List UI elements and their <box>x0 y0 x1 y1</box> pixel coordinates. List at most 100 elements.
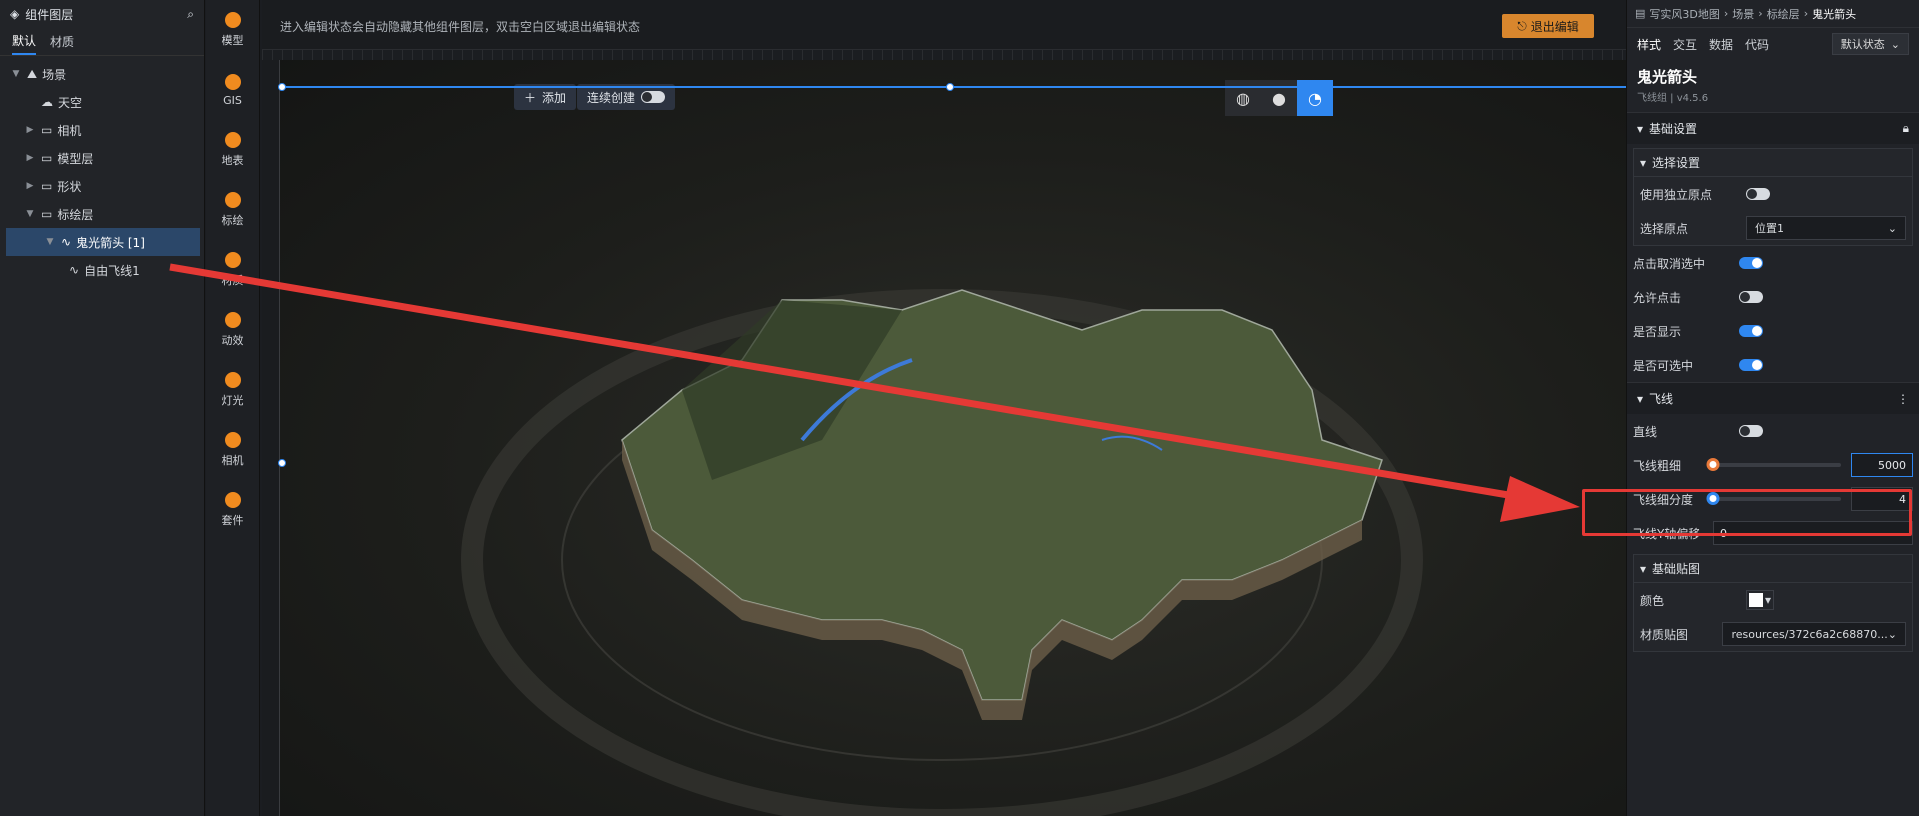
tree-node[interactable]: ☁ 天空 <box>0 88 204 116</box>
light-icon <box>224 372 241 388</box>
tool-marker[interactable]: 标绘 <box>206 180 259 240</box>
selection-handle[interactable] <box>278 83 286 91</box>
tool-label: 相机 <box>221 454 244 467</box>
crumb-item[interactable]: 场景 <box>1732 6 1754 22</box>
lock-icon[interactable]: 🔒︎ <box>1903 121 1909 136</box>
caret-down-icon: ▾ <box>1637 391 1644 406</box>
edit-notice-bar: 进入编辑状态会自动隐藏其他组件图层，双击空白区域退出编辑状态 ⎋ 退出编辑 <box>262 0 1626 50</box>
toggle-label: 允许点击 <box>1633 290 1682 305</box>
tree-node-label: 相机 <box>57 123 82 138</box>
toggle-switch[interactable] <box>1739 325 1763 337</box>
tab-code[interactable]: 代码 <box>1745 36 1769 53</box>
tab-material[interactable]: 材质 <box>50 29 74 54</box>
tree-node[interactable]: ▼ ∿ 鬼光箭头 [1] <box>6 228 200 256</box>
texture-group-header[interactable]: ▾ 基础贴图 <box>1634 555 1912 583</box>
material-icon <box>224 252 241 268</box>
edit-notice-text: 进入编辑状态会自动隐藏其他组件图层，双击空白区域退出编辑状态 <box>280 20 641 34</box>
width-input[interactable]: 5000 <box>1851 453 1913 477</box>
map-canvas[interactable]: ＋ 添加 连续创建 ◍ ● ◔ <box>262 60 1626 816</box>
caret-icon[interactable]: ▼ <box>44 237 56 247</box>
tree-node[interactable]: ▶ ▭ 模型层 <box>0 144 204 172</box>
toggle-switch[interactable] <box>1739 359 1763 371</box>
tool-label: 动效 <box>221 334 244 347</box>
tool-camera[interactable]: 相机 <box>206 420 259 480</box>
tool-light[interactable]: 灯光 <box>206 360 259 420</box>
tree-node-label: 鬼光箭头 [1] <box>76 235 145 250</box>
component-title: 鬼光箭头 <box>1637 68 1698 86</box>
sky-icon: ☁ <box>41 95 53 109</box>
flyline-section-label: 飞线 <box>1649 392 1674 406</box>
straight-switch[interactable] <box>1739 425 1763 437</box>
caret-down-icon: ▾ <box>1640 155 1647 170</box>
caret-icon[interactable]: ▶ <box>24 153 36 163</box>
tool-label: 材质 <box>221 274 244 287</box>
tab-data[interactable]: 数据 <box>1709 36 1733 53</box>
layers-icon: ◈ <box>10 7 20 21</box>
tree-node[interactable]: ▼ ⛰ 场景 <box>0 60 204 88</box>
continuous-label: 连续创建 <box>587 90 636 105</box>
tool-material[interactable]: 材质 <box>206 240 259 300</box>
marker-icon <box>224 192 241 208</box>
crumb-item[interactable]: 标绘层 <box>1767 6 1800 22</box>
tool-gis[interactable]: GIS <box>206 60 259 120</box>
tree-node[interactable]: ▶ ▭ 相机 <box>0 116 204 144</box>
component-version: 飞线组 | v4.5.6 <box>1637 93 1709 104</box>
more-icon[interactable]: ⋮ <box>1897 392 1909 406</box>
folder-icon: ▭ <box>41 123 53 137</box>
toggle-row: 是否显示 <box>1627 314 1919 348</box>
tree-node[interactable]: ▶ ▭ 形状 <box>0 172 204 200</box>
scene-icon: ⛰ <box>27 66 38 81</box>
slider-knob[interactable] <box>1706 458 1720 471</box>
chevron-down-icon: ⌄ <box>1887 221 1897 235</box>
crumb-item[interactable]: 写实风3D地图 <box>1649 6 1719 22</box>
caret-icon[interactable]: ▼ <box>24 209 36 219</box>
toggle-row: 是否可选中 <box>1627 348 1919 382</box>
toggle-switch[interactable] <box>1739 291 1763 303</box>
exit-edit-button[interactable]: ⎋ 退出编辑 <box>1502 14 1594 38</box>
selection-handle[interactable] <box>946 83 954 91</box>
straight-label: 直线 <box>1633 424 1658 439</box>
effect-icon <box>224 312 241 328</box>
texmap-select[interactable]: resources/372c6a2c68870... ⌄ <box>1722 622 1906 646</box>
use-origin-switch[interactable] <box>1746 188 1770 200</box>
search-icon[interactable]: ⌕ <box>187 7 194 22</box>
toggle-switch[interactable] <box>1739 257 1763 269</box>
crumb-current: 鬼光箭头 <box>1812 7 1857 21</box>
flyline-section-header[interactable]: ▾ 飞线 ⋮ <box>1627 382 1919 414</box>
gis-icon <box>224 73 241 90</box>
tab-default[interactable]: 默认 <box>12 28 37 55</box>
selection-handle[interactable] <box>278 459 286 467</box>
tree-node-label: 标绘层 <box>57 207 94 222</box>
tab-interaction[interactable]: 交互 <box>1673 36 1697 53</box>
tool-kit[interactable]: 套件 <box>206 480 259 540</box>
basic-settings-header[interactable]: ▾ 基础设置 🔒︎ <box>1627 112 1919 144</box>
origin-select[interactable]: 位置1 ⌄ <box>1746 216 1906 240</box>
tool-terrain[interactable]: 地表 <box>206 120 259 180</box>
tool-effect[interactable]: 动效 <box>206 300 259 360</box>
tree-node[interactable]: ▼ ▭ 标绘层 <box>0 200 204 228</box>
caret-icon[interactable]: ▼ <box>10 69 22 79</box>
caret-icon[interactable]: ▶ <box>24 181 36 191</box>
width-label: 飞线粗细 <box>1633 458 1682 473</box>
tab-style[interactable]: 样式 <box>1637 36 1661 53</box>
kit-icon <box>224 492 241 508</box>
layer-tree: ▼ ⛰ 场景 ☁ 天空 ▶ ▭ 相机 ▶ ▭ 模型层 ▶ ▭ 形状 ▼ ▭ 标绘层 ▼ ∿ 鬼光箭头 [1] ∿ 自由飞线… <box>0 56 204 284</box>
tree-node-label: 天空 <box>58 95 83 110</box>
tool-model[interactable]: 模型 <box>206 0 259 60</box>
add-label: 添加 <box>542 90 567 105</box>
breadcrumb: ▤ 写实风3D地图 › 场景 › 标绘层 › 鬼光箭头 <box>1627 0 1919 28</box>
property-tabs: 样式 交互 数据 代码 默认状态 ⌄ <box>1627 28 1919 60</box>
vertical-ruler <box>262 60 280 816</box>
chevron-down-icon: ⌄ <box>1890 37 1900 51</box>
caret-icon[interactable]: ▶ <box>24 125 36 135</box>
state-select[interactable]: 默认状态 ⌄ <box>1831 33 1909 55</box>
color-picker[interactable]: ▾ <box>1746 590 1775 610</box>
continuous-switch[interactable] <box>641 91 666 103</box>
width-slider[interactable] <box>1706 458 1841 471</box>
toggle-label: 点击取消选中 <box>1633 256 1706 271</box>
flyline-icon: ∿ <box>69 263 80 277</box>
select-settings-header[interactable]: ▾ 选择设置 <box>1634 149 1912 177</box>
texmap-row: 材质贴图 resources/372c6a2c68870... ⌄ <box>1634 617 1912 651</box>
color-swatch <box>1749 593 1763 607</box>
tree-node[interactable]: ∿ 自由飞线1 <box>0 256 204 284</box>
